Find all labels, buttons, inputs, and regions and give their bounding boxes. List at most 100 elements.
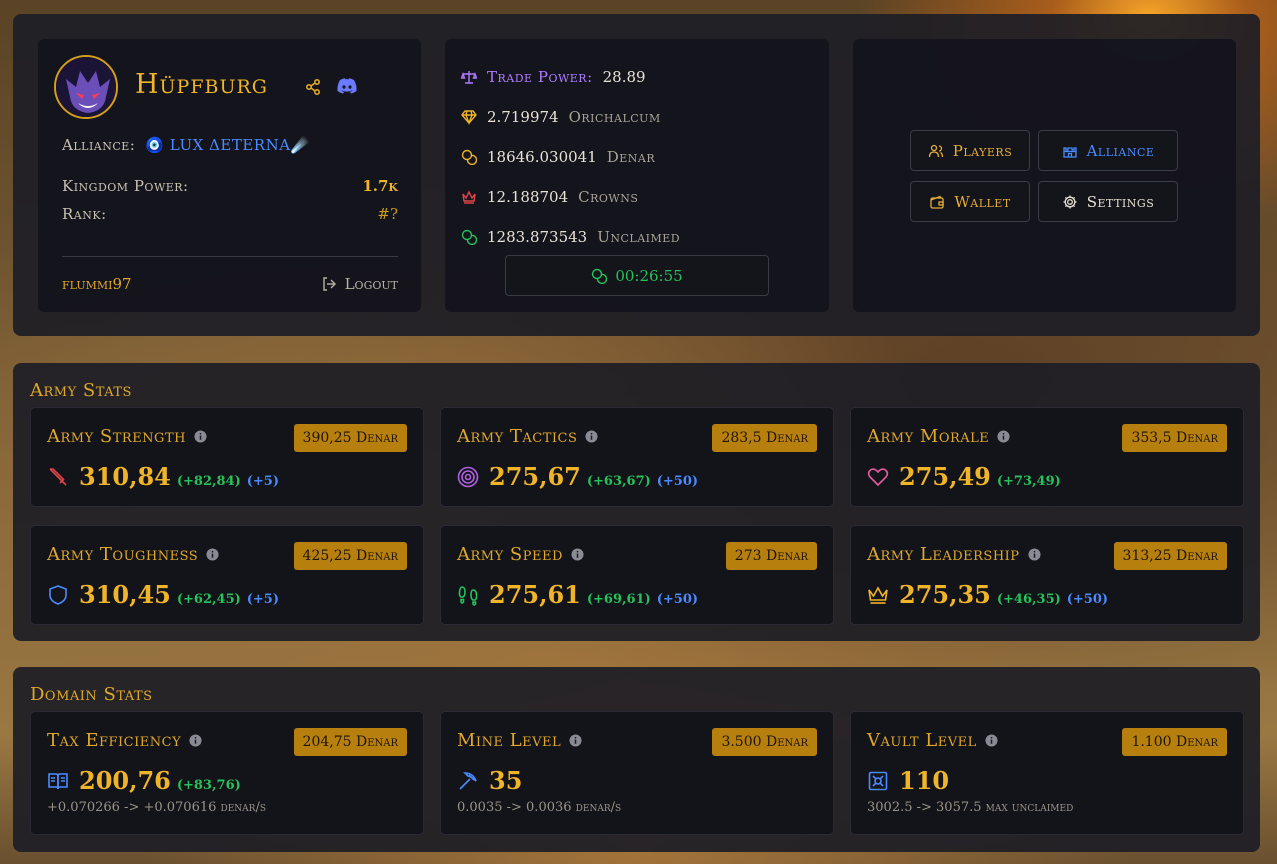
pickaxe-icon	[459, 771, 477, 790]
stat-title: Army Tactics	[457, 426, 598, 447]
wallet-button[interactable]: Wallet	[910, 181, 1030, 222]
stat-extra: (+50)	[656, 474, 699, 489]
logout-icon	[322, 277, 336, 291]
crown-icon	[868, 585, 888, 604]
logout-button[interactable]: Logout	[321, 275, 398, 293]
stat-title: Army Toughness	[47, 544, 219, 565]
stat-rate: 0.0035 -> 0.0036 denar/s	[457, 800, 622, 815]
stat-bonus: (+73,49)	[996, 474, 1061, 489]
upgrade-price-button[interactable]: 313,25 Denar	[1113, 542, 1227, 570]
coins-icon	[461, 229, 477, 245]
resource-name: Orichalcum	[568, 108, 661, 126]
shield-icon	[49, 584, 67, 605]
upgrade-price-button[interactable]: 3.500 Denar	[712, 728, 817, 756]
domain-stats-title: Domain Stats	[30, 684, 153, 705]
settings-label: Settings	[1086, 192, 1155, 211]
kingdom-power-label: Kingdom Power:	[62, 177, 189, 195]
stat-name: Mine Level	[457, 730, 562, 751]
stat-title: Army Speed	[457, 544, 584, 565]
resource-value: 2.719974	[487, 108, 559, 126]
resources-card: Trade Power: 28.89 2.719974 Orichalcum 1…	[445, 39, 829, 312]
alliance-row: Alliance: 🧿 LUX ΔETERNA☄️	[62, 136, 310, 154]
alliance-link[interactable]: 🧿 LUX ΔETERNA☄️	[145, 136, 309, 154]
trade-power-label: Trade Power:	[487, 68, 593, 86]
info-icon[interactable]	[985, 734, 998, 747]
info-icon[interactable]	[189, 734, 202, 747]
stat-extra: (+5)	[246, 592, 280, 607]
stat-title: Mine Level	[457, 730, 582, 751]
stat-value-row: 310,45 (+62,45) (+5)	[47, 580, 279, 609]
players-label: Players	[952, 141, 1013, 160]
stat-name: Army Toughness	[47, 544, 199, 565]
nav-grid: Players Alliance Wallet Settings	[910, 130, 1178, 222]
share-icon[interactable]	[304, 78, 322, 96]
stat-value-row: 275,67 (+63,67) (+50)	[457, 462, 698, 491]
resource-row-orichalcum: 2.719974 Orichalcum	[461, 97, 680, 137]
upgrade-price-button[interactable]: 1.100 Denar	[1122, 728, 1227, 756]
info-icon[interactable]	[569, 734, 582, 747]
username: flummi97	[62, 275, 132, 293]
info-icon[interactable]	[571, 548, 584, 561]
stat-extra: (+5)	[246, 474, 280, 489]
upgrade-price-button[interactable]: 390,25 Denar	[293, 424, 407, 452]
footprints-icon	[458, 585, 478, 606]
users-icon	[928, 144, 943, 157]
stat-value-row: 275,61 (+69,61) (+50)	[457, 580, 698, 609]
stat-card-army-strength: Army Strength 390,25 Denar 310,84 (+82,8…	[30, 407, 424, 507]
avatar	[54, 55, 118, 119]
stat-bonus: (+46,35)	[996, 592, 1061, 607]
stat-value: 275,67	[489, 462, 581, 491]
alliance-button[interactable]: Alliance	[1038, 130, 1178, 171]
resource-name: Crowns	[578, 188, 639, 206]
vault-icon	[868, 771, 888, 790]
domain-stats-panel: Domain Stats Tax Efficiency 204,75 Denar…	[13, 667, 1260, 852]
castle-icon	[1062, 146, 1077, 158]
upgrade-price-button[interactable]: 425,25 Denar	[293, 542, 407, 570]
info-icon[interactable]	[585, 430, 598, 443]
info-icon[interactable]	[997, 430, 1010, 443]
resource-row-crowns: 12.188704 Crowns	[461, 177, 680, 217]
stat-card-vault-level: Vault Level 1.100 Denar 110 3002.5 -> 30…	[850, 711, 1244, 835]
stat-card-tax-efficiency: Tax Efficiency 204,75 Denar 200,76 (+83,…	[30, 711, 424, 835]
stat-extra: (+50)	[656, 592, 699, 607]
alliance-label: Alliance	[1086, 141, 1155, 160]
divider	[62, 256, 398, 257]
claim-timer-button[interactable]: 00:26:55	[505, 255, 769, 296]
stat-title: Vault Level	[867, 730, 998, 751]
info-icon[interactable]	[194, 430, 207, 443]
stat-value: 275,61	[489, 580, 581, 609]
stat-value: 275,49	[899, 462, 991, 491]
stat-value: 275,35	[899, 580, 991, 609]
target-icon	[457, 466, 479, 487]
resource-value: 18646.030041	[487, 148, 597, 166]
stat-extra: (+50)	[1066, 592, 1109, 607]
upgrade-price-button[interactable]: 283,5 Denar	[712, 424, 817, 452]
stat-rate: 3002.5 -> 3057.5 max unclaimed	[867, 800, 1074, 815]
stat-name: Vault Level	[867, 730, 977, 751]
stat-title: Army Morale	[867, 426, 1010, 447]
wallet-label: Wallet	[954, 192, 1011, 211]
players-button[interactable]: Players	[910, 130, 1030, 171]
upgrade-price-button[interactable]: 353,5 Denar	[1122, 424, 1227, 452]
stat-value: 310,45	[79, 580, 171, 609]
info-icon[interactable]	[1028, 548, 1041, 561]
coins-icon	[461, 149, 477, 165]
army-stats-panel: Army Stats Army Strength 390,25 Denar 31…	[13, 363, 1260, 641]
user-row: flummi97 Logout	[62, 275, 398, 293]
stat-bonus: (+82,84)	[176, 474, 241, 489]
upgrade-price-button[interactable]: 273 Denar	[725, 542, 817, 570]
stat-name: Army Strength	[47, 426, 186, 447]
info-icon[interactable]	[206, 548, 219, 561]
rank-label: Rank:	[62, 205, 107, 223]
rank-value: #?	[377, 205, 398, 223]
upgrade-price-button[interactable]: 204,75 Denar	[293, 728, 407, 756]
stat-value-row: 310,84 (+82,84) (+5)	[47, 462, 279, 491]
settings-button[interactable]: Settings	[1038, 181, 1178, 222]
discord-icon[interactable]	[336, 77, 358, 95]
stat-name: Army Leadership	[867, 544, 1020, 565]
stat-name: Tax Efficiency	[47, 730, 182, 751]
stat-value-row: 275,49 (+73,49)	[867, 462, 1061, 491]
stat-title: Army Leadership	[867, 544, 1041, 565]
stat-card-army-speed: Army Speed 273 Denar 275,61 (+69,61) (+5…	[440, 525, 834, 625]
stat-value-row: 110	[867, 766, 949, 795]
